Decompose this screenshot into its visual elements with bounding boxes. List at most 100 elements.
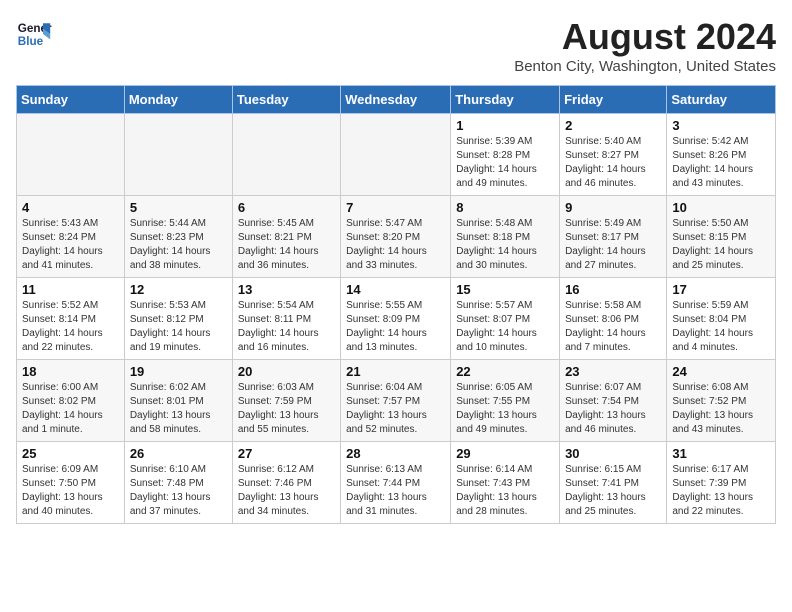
- day-number: 12: [130, 282, 227, 297]
- day-number: 2: [565, 118, 661, 133]
- calendar-day-cell: [124, 114, 232, 196]
- calendar-day-cell: 8 Sunrise: 5:48 AMSunset: 8:18 PMDaylight…: [451, 196, 560, 278]
- calendar-day-cell: 21 Sunrise: 6:04 AMSunset: 7:57 PMDayligh…: [341, 360, 451, 442]
- calendar-day-cell: 25 Sunrise: 6:09 AMSunset: 7:50 PMDayligh…: [17, 442, 125, 524]
- day-number: 20: [238, 364, 335, 379]
- day-number: 30: [565, 446, 661, 461]
- day-number: 17: [672, 282, 770, 297]
- calendar-day-cell: 2Sunrise: 5:40 AMSunset: 8:27 PMDaylight…: [560, 114, 667, 196]
- calendar-day-cell: 11Sunrise: 5:52 AMSunset: 8:14 PMDayligh…: [17, 278, 125, 360]
- day-detail: Sunrise: 5:59 AMSunset: 8:04 PMDaylight:…: [672, 299, 770, 355]
- day-detail: Sunrise: 5:58 AMSunset: 8:06 PMDaylight:…: [565, 299, 661, 355]
- calendar-day-cell: 14Sunrise: 5:55 AMSunset: 8:09 PMDayligh…: [341, 278, 451, 360]
- calendar-header-cell: Wednesday: [341, 86, 451, 114]
- calendar-body: 1 Sunrise: 5:39 AMSunset: 8:28 PMDaylight…: [17, 114, 776, 524]
- day-detail: Sunrise: 5:49 AMSunset: 8:17 PMDaylight:…: [565, 217, 661, 273]
- calendar-day-cell: 15Sunrise: 5:57 AMSunset: 8:07 PMDayligh…: [451, 278, 560, 360]
- day-detail: Sunrise: 5:48 AMSunset: 8:18 PMDaylight:…: [456, 217, 554, 273]
- calendar-week-row: 4 Sunrise: 5:43 AMSunset: 8:24 PMDaylight…: [17, 196, 776, 278]
- calendar-day-cell: 27Sunrise: 6:12 AMSunset: 7:46 PMDayligh…: [232, 442, 340, 524]
- calendar-table: SundayMondayTuesdayWednesdayThursdayFrid…: [16, 85, 776, 524]
- calendar-header-cell: Monday: [124, 86, 232, 114]
- day-detail: Sunrise: 6:15 AMSunset: 7:41 PMDaylight:…: [565, 463, 661, 519]
- location-title: Benton City, Washington, United States: [514, 58, 776, 75]
- day-detail: Sunrise: 6:03 AMSunset: 7:59 PMDaylight:…: [238, 381, 335, 437]
- day-detail: Sunrise: 5:47 AMSunset: 8:20 PMDaylight:…: [346, 217, 445, 273]
- day-number: 31: [672, 446, 770, 461]
- calendar-day-cell: 28Sunrise: 6:13 AMSunset: 7:44 PMDayligh…: [341, 442, 451, 524]
- day-detail: Sunrise: 6:10 AMSunset: 7:48 PMDaylight:…: [130, 463, 227, 519]
- day-number: 13: [238, 282, 335, 297]
- day-detail: Sunrise: 6:14 AMSunset: 7:43 PMDaylight:…: [456, 463, 554, 519]
- calendar-day-cell: 24 Sunrise: 6:08 AMSunset: 7:52 PMDayligh…: [667, 360, 776, 442]
- day-detail: Sunrise: 5:44 AMSunset: 8:23 PMDaylight:…: [130, 217, 227, 273]
- month-title: August 2024: [514, 16, 776, 58]
- calendar-header-cell: Saturday: [667, 86, 776, 114]
- day-detail: Sunrise: 6:17 AMSunset: 7:39 PMDaylight:…: [672, 463, 770, 519]
- day-number: 24: [672, 364, 770, 379]
- day-detail: Sunrise: 5:43 AMSunset: 8:24 PMDaylight:…: [22, 217, 119, 273]
- day-detail: Sunrise: 6:09 AMSunset: 7:50 PMDaylight:…: [22, 463, 119, 519]
- calendar-day-cell: 3 Sunrise: 5:42 AMSunset: 8:26 PMDaylight…: [667, 114, 776, 196]
- day-detail: Sunrise: 5:39 AMSunset: 8:28 PMDaylight:…: [456, 135, 554, 191]
- calendar-week-row: 18 Sunrise: 6:00 AMSunset: 8:02 PMDayligh…: [17, 360, 776, 442]
- calendar-day-cell: 31 Sunrise: 6:17 AMSunset: 7:39 PMDayligh…: [667, 442, 776, 524]
- day-number: 4: [22, 200, 119, 215]
- header: General Blue August 2024 Benton City, Wa…: [16, 16, 776, 75]
- day-detail: Sunrise: 5:54 AMSunset: 8:11 PMDaylight:…: [238, 299, 335, 355]
- day-number: 25: [22, 446, 119, 461]
- calendar-week-row: 25 Sunrise: 6:09 AMSunset: 7:50 PMDayligh…: [17, 442, 776, 524]
- calendar-day-cell: 17 Sunrise: 5:59 AMSunset: 8:04 PMDayligh…: [667, 278, 776, 360]
- day-number: 28: [346, 446, 445, 461]
- day-number: 27: [238, 446, 335, 461]
- day-number: 1: [456, 118, 554, 133]
- day-number: 3: [672, 118, 770, 133]
- day-detail: Sunrise: 6:05 AMSunset: 7:55 PMDaylight:…: [456, 381, 554, 437]
- day-detail: Sunrise: 5:45 AMSunset: 8:21 PMDaylight:…: [238, 217, 335, 273]
- calendar-header-cell: Thursday: [451, 86, 560, 114]
- day-detail: Sunrise: 6:04 AMSunset: 7:57 PMDaylight:…: [346, 381, 445, 437]
- calendar-day-cell: 5 Sunrise: 5:44 AMSunset: 8:23 PMDaylight…: [124, 196, 232, 278]
- calendar-header-cell: Friday: [560, 86, 667, 114]
- calendar-day-cell: 13 Sunrise: 5:54 AMSunset: 8:11 PMDayligh…: [232, 278, 340, 360]
- calendar-day-cell: 9 Sunrise: 5:49 AMSunset: 8:17 PMDaylight…: [560, 196, 667, 278]
- day-number: 23: [565, 364, 661, 379]
- calendar-week-row: 1 Sunrise: 5:39 AMSunset: 8:28 PMDaylight…: [17, 114, 776, 196]
- day-number: 21: [346, 364, 445, 379]
- calendar-day-cell: 7Sunrise: 5:47 AMSunset: 8:20 PMDaylight…: [341, 196, 451, 278]
- day-number: 9: [565, 200, 661, 215]
- calendar-day-cell: 23Sunrise: 6:07 AMSunset: 7:54 PMDayligh…: [560, 360, 667, 442]
- logo-icon: General Blue: [16, 16, 52, 52]
- day-number: 10: [672, 200, 770, 215]
- day-detail: Sunrise: 6:08 AMSunset: 7:52 PMDaylight:…: [672, 381, 770, 437]
- calendar-day-cell: 29 Sunrise: 6:14 AMSunset: 7:43 PMDayligh…: [451, 442, 560, 524]
- calendar-day-cell: 4 Sunrise: 5:43 AMSunset: 8:24 PMDaylight…: [17, 196, 125, 278]
- calendar-day-cell: [341, 114, 451, 196]
- day-number: 19: [130, 364, 227, 379]
- day-detail: Sunrise: 5:42 AMSunset: 8:26 PMDaylight:…: [672, 135, 770, 191]
- day-number: 5: [130, 200, 227, 215]
- calendar-day-cell: 22 Sunrise: 6:05 AMSunset: 7:55 PMDayligh…: [451, 360, 560, 442]
- calendar-header-cell: Sunday: [17, 86, 125, 114]
- day-detail: Sunrise: 5:53 AMSunset: 8:12 PMDaylight:…: [130, 299, 227, 355]
- calendar-day-cell: 16Sunrise: 5:58 AMSunset: 8:06 PMDayligh…: [560, 278, 667, 360]
- calendar-day-cell: 12 Sunrise: 5:53 AMSunset: 8:12 PMDayligh…: [124, 278, 232, 360]
- calendar-day-cell: 10 Sunrise: 5:50 AMSunset: 8:15 PMDayligh…: [667, 196, 776, 278]
- calendar-day-cell: 1 Sunrise: 5:39 AMSunset: 8:28 PMDaylight…: [451, 114, 560, 196]
- calendar-day-cell: [17, 114, 125, 196]
- day-number: 29: [456, 446, 554, 461]
- day-number: 18: [22, 364, 119, 379]
- calendar-header-row: SundayMondayTuesdayWednesdayThursdayFrid…: [17, 86, 776, 114]
- day-number: 22: [456, 364, 554, 379]
- calendar-header-cell: Tuesday: [232, 86, 340, 114]
- day-detail: Sunrise: 5:50 AMSunset: 8:15 PMDaylight:…: [672, 217, 770, 273]
- day-detail: Sunrise: 6:00 AMSunset: 8:02 PMDaylight:…: [22, 381, 119, 437]
- calendar-day-cell: 30 Sunrise: 6:15 AMSunset: 7:41 PMDayligh…: [560, 442, 667, 524]
- day-number: 26: [130, 446, 227, 461]
- svg-text:Blue: Blue: [18, 35, 44, 48]
- calendar-day-cell: 18 Sunrise: 6:00 AMSunset: 8:02 PMDayligh…: [17, 360, 125, 442]
- day-detail: Sunrise: 5:52 AMSunset: 8:14 PMDaylight:…: [22, 299, 119, 355]
- day-number: 6: [238, 200, 335, 215]
- calendar-week-row: 11Sunrise: 5:52 AMSunset: 8:14 PMDayligh…: [17, 278, 776, 360]
- day-number: 8: [456, 200, 554, 215]
